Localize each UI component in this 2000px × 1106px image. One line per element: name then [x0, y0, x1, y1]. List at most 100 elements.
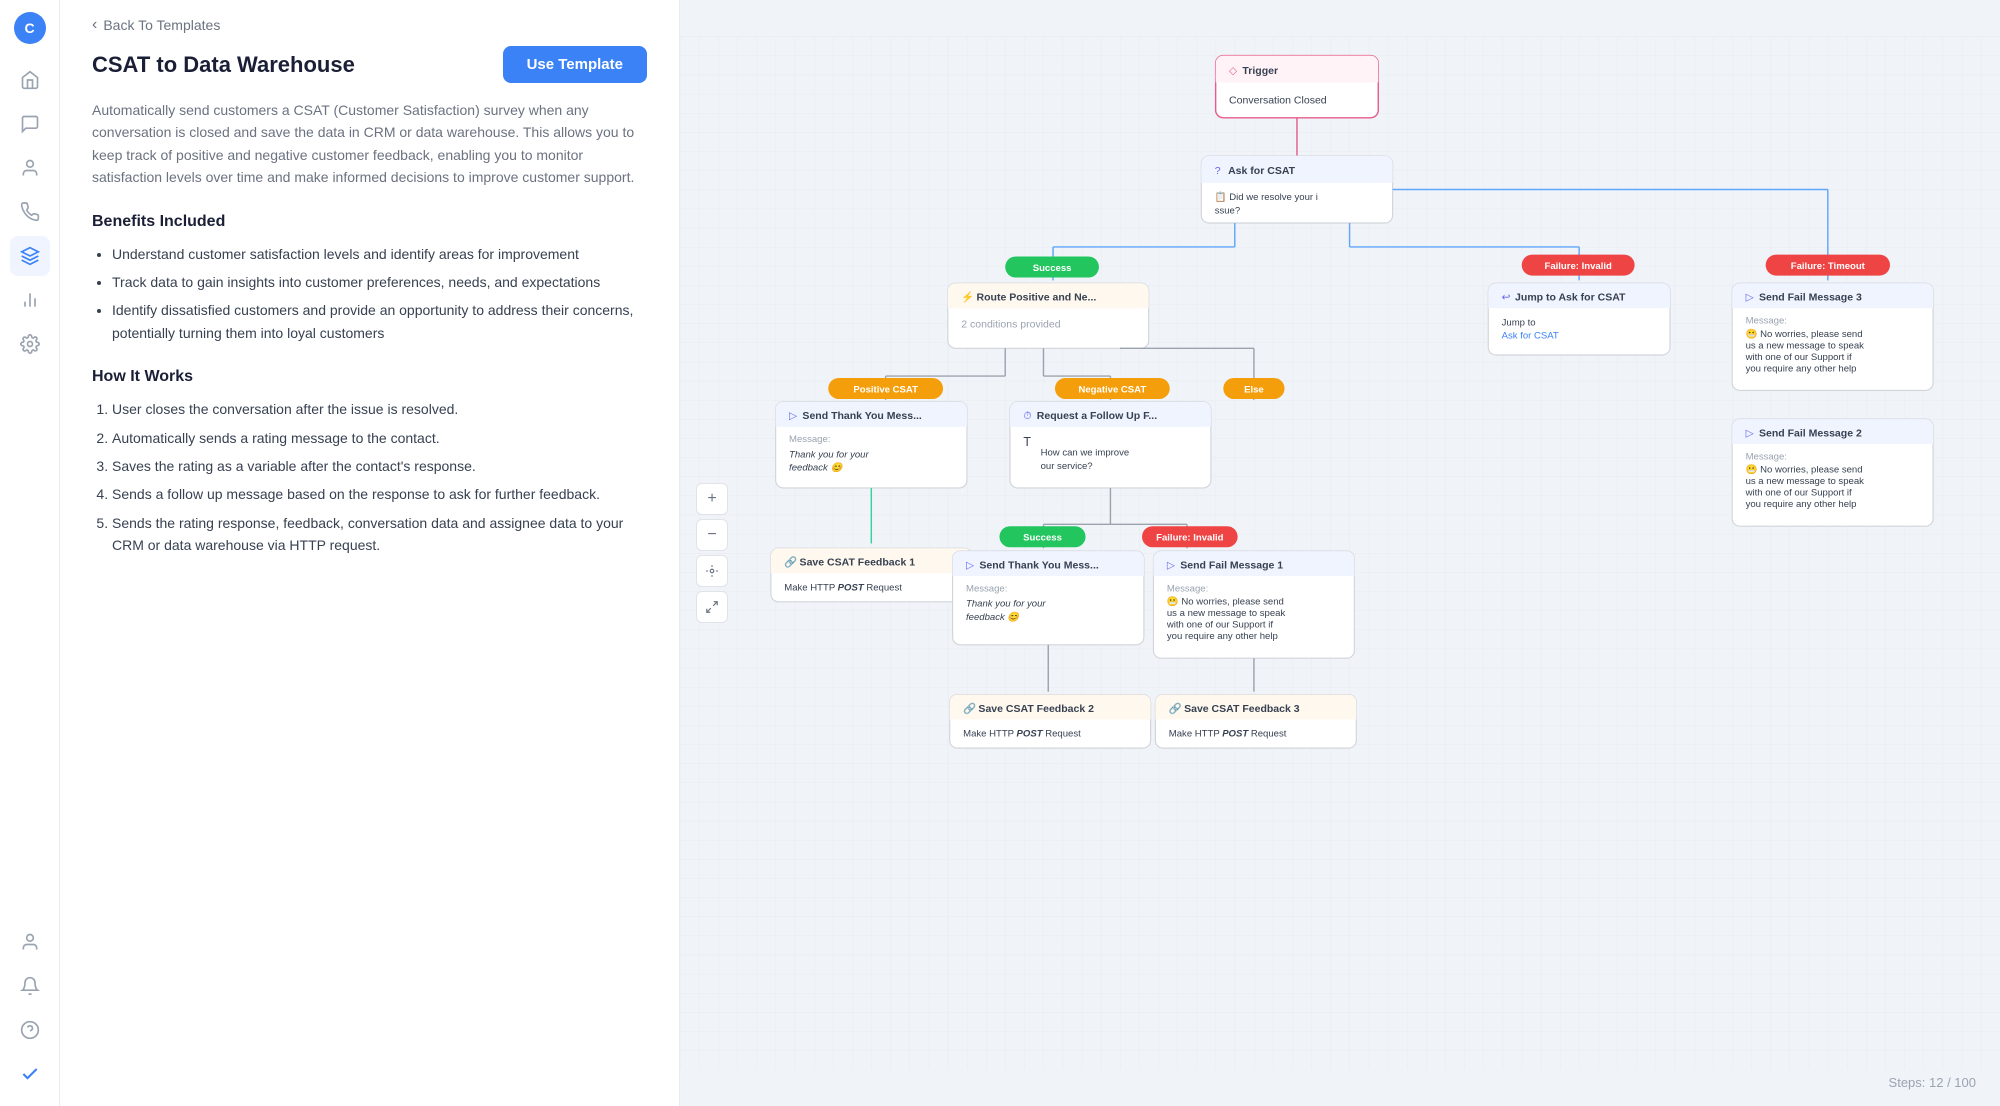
svg-text:😬 No worries, please send: 😬 No worries, please send: [1167, 596, 1284, 608]
send-thank-you-2-node[interactable]: ▷ Send Thank You Mess... Message: Thank …: [953, 551, 1144, 645]
send-fail-1-node[interactable]: ▷ Send Fail Message 1 Message: 😬 No worr…: [1153, 551, 1354, 658]
zoom-out-button[interactable]: −: [696, 519, 728, 551]
svg-text:Else: Else: [1244, 384, 1264, 395]
svg-text:Send Fail Message 3: Send Fail Message 3: [1759, 291, 1862, 303]
svg-text:feedback 😊: feedback 😊: [789, 462, 844, 474]
benefit-item: Identify dissatisfied customers and prov…: [112, 299, 647, 344]
failure-timeout-badge-text: Failure: Timeout: [1791, 261, 1866, 272]
sidebar-item-notifications[interactable]: [10, 966, 50, 1006]
svg-text:ssue?: ssue?: [1215, 205, 1240, 216]
panel-header: CSAT to Data Warehouse Use Template: [92, 46, 647, 83]
svg-text:Success: Success: [1023, 533, 1062, 544]
how-item: Automatically sends a rating message to …: [112, 427, 647, 449]
svg-text:📋 Did we resolve your i: 📋 Did we resolve your i: [1215, 191, 1318, 203]
svg-text:Save CSAT Feedback 1: Save CSAT Feedback 1: [800, 556, 916, 568]
svg-text:2 conditions provided: 2 conditions provided: [961, 318, 1061, 330]
sidebar-item-conversations[interactable]: [10, 104, 50, 144]
svg-text:us a new message to speak: us a new message to speak: [1746, 476, 1865, 487]
svg-text:Ask for CSAT: Ask for CSAT: [1228, 165, 1296, 177]
svg-text:Jump to Ask for CSAT: Jump to Ask for CSAT: [1515, 291, 1626, 303]
svg-text:↩: ↩: [1502, 291, 1511, 303]
zoom-in-button[interactable]: +: [696, 483, 728, 515]
svg-text:Make HTTP POST Request: Make HTTP POST Request: [784, 582, 902, 593]
send-fail-2-node[interactable]: ▷ Send Fail Message 2 Message: 😬 No worr…: [1732, 419, 1933, 526]
center-button[interactable]: [696, 555, 728, 587]
success-badge-text: Success: [1033, 263, 1072, 274]
svg-text:Save CSAT Feedback 2: Save CSAT Feedback 2: [978, 703, 1094, 715]
how-item: User closes the conversation after the i…: [112, 398, 647, 420]
description-text: Automatically send customers a CSAT (Cus…: [92, 99, 647, 189]
svg-text:Route Positive and Ne...: Route Positive and Ne...: [977, 291, 1097, 303]
avatar[interactable]: C: [14, 12, 46, 44]
back-to-templates-link[interactable]: ‹ Back To Templates: [92, 0, 647, 46]
svg-text:with one of our Support if: with one of our Support if: [1745, 352, 1852, 363]
save-csat-1-node[interactable]: 🔗 Save CSAT Feedback 1 Make HTTP POST Re…: [771, 548, 972, 602]
save-csat-2-node[interactable]: 🔗 Save CSAT Feedback 2 Make HTTP POST Re…: [950, 695, 1151, 749]
left-panel: ‹ Back To Templates CSAT to Data Warehou…: [60, 0, 680, 1106]
svg-text:🔗: 🔗: [1169, 702, 1182, 715]
sidebar: C: [0, 0, 60, 1106]
svg-text:?: ?: [1215, 165, 1221, 177]
save-csat-3-node[interactable]: 🔗 Save CSAT Feedback 3 Make HTTP POST Re…: [1155, 695, 1356, 749]
svg-text:Save CSAT Feedback 3: Save CSAT Feedback 3: [1184, 703, 1300, 715]
sidebar-item-checkmark[interactable]: [10, 1054, 50, 1094]
svg-text:Thank you for your: Thank you for your: [789, 449, 869, 460]
jump-to-ask-node[interactable]: ↩ Jump to Ask for CSAT Jump to Ask for C…: [1488, 283, 1670, 355]
svg-text:😬 No worries, please send: 😬 No worries, please send: [1746, 464, 1863, 476]
svg-text:Message:: Message:: [966, 583, 1007, 594]
sidebar-item-help[interactable]: [10, 1010, 50, 1050]
sidebar-item-settings[interactable]: [10, 324, 50, 364]
svg-text:▷: ▷: [966, 559, 975, 571]
svg-text:feedback 😊: feedback 😊: [966, 611, 1021, 623]
send-thank-you-1-node[interactable]: ▷ Send Thank You Mess... Message: Thank …: [776, 402, 967, 488]
flow-panel: + − ◇ Trigger Conv: [680, 0, 2000, 1106]
svg-text:Jump to: Jump to: [1502, 317, 1536, 328]
svg-text:with one of our Support if: with one of our Support if: [1166, 620, 1273, 631]
svg-text:Make HTTP POST Request: Make HTTP POST Request: [1169, 729, 1287, 740]
svg-text:us a new message to speak: us a new message to speak: [1167, 608, 1286, 619]
trigger-node[interactable]: ◇ Trigger Conversation Closed: [1216, 56, 1379, 118]
send-fail-3-node[interactable]: ▷ Send Fail Message 3 Message: 😬 No worr…: [1732, 283, 1933, 390]
svg-text:you require any other help: you require any other help: [1746, 363, 1857, 374]
benefit-item: Understand customer satisfaction levels …: [112, 243, 647, 265]
steps-label: Steps: 12 / 100: [1889, 1075, 1976, 1090]
sidebar-item-profile[interactable]: [10, 922, 50, 962]
use-template-button[interactable]: Use Template: [503, 46, 647, 83]
svg-text:😬 No worries, please send: 😬 No worries, please send: [1746, 328, 1863, 340]
how-it-works-title: How It Works: [92, 368, 647, 386]
svg-text:T: T: [1023, 435, 1031, 449]
sidebar-item-reports[interactable]: [10, 280, 50, 320]
svg-text:Send Fail Message 2: Send Fail Message 2: [1759, 427, 1862, 439]
request-followup-node[interactable]: ⏱ Request a Follow Up F... T How can we …: [1010, 402, 1211, 488]
svg-text:Send Thank You Mess...: Send Thank You Mess...: [802, 410, 921, 422]
svg-text:you require any other help: you require any other help: [1746, 499, 1857, 510]
svg-text:⚡: ⚡: [961, 290, 974, 303]
sidebar-bottom: [10, 922, 50, 1094]
svg-text:Send Fail Message 1: Send Fail Message 1: [1180, 559, 1283, 571]
back-arrow-icon: ‹: [92, 16, 97, 34]
svg-text:▷: ▷: [1167, 559, 1176, 571]
svg-text:▷: ▷: [1746, 427, 1755, 439]
failure-invalid-badge-text: Failure: Invalid: [1544, 261, 1612, 272]
sidebar-item-home[interactable]: [10, 60, 50, 100]
svg-text:Positive CSAT: Positive CSAT: [853, 384, 918, 395]
sidebar-item-contacts[interactable]: [10, 148, 50, 188]
benefits-list: Understand customer satisfaction levels …: [92, 243, 647, 345]
svg-text:🔗: 🔗: [963, 702, 976, 715]
sidebar-item-campaigns[interactable]: [10, 192, 50, 232]
page-title: CSAT to Data Warehouse: [92, 52, 355, 78]
flow-canvas: ◇ Trigger Conversation Closed ? Ask for …: [680, 0, 2000, 1106]
svg-text:Negative CSAT: Negative CSAT: [1078, 384, 1146, 395]
sidebar-item-automation[interactable]: [10, 236, 50, 276]
how-item: Sends the rating response, feedback, con…: [112, 512, 647, 557]
svg-text:⏱: ⏱: [1023, 410, 1031, 422]
svg-text:Thank you for your: Thank you for your: [966, 599, 1046, 610]
svg-text:▷: ▷: [1746, 291, 1755, 303]
route-positive-node[interactable]: ⚡ Route Positive and Ne... 2 conditions …: [948, 283, 1149, 348]
fullscreen-button[interactable]: [696, 591, 728, 623]
how-item: Saves the rating as a variable after the…: [112, 455, 647, 477]
ask-csat-node[interactable]: ? Ask for CSAT 📋 Did we resolve your i s…: [1201, 156, 1392, 223]
svg-text:Message:: Message:: [1746, 451, 1787, 462]
svg-text:us a new message to speak: us a new message to speak: [1746, 340, 1865, 351]
svg-text:with one of our Support if: with one of our Support if: [1745, 488, 1852, 499]
